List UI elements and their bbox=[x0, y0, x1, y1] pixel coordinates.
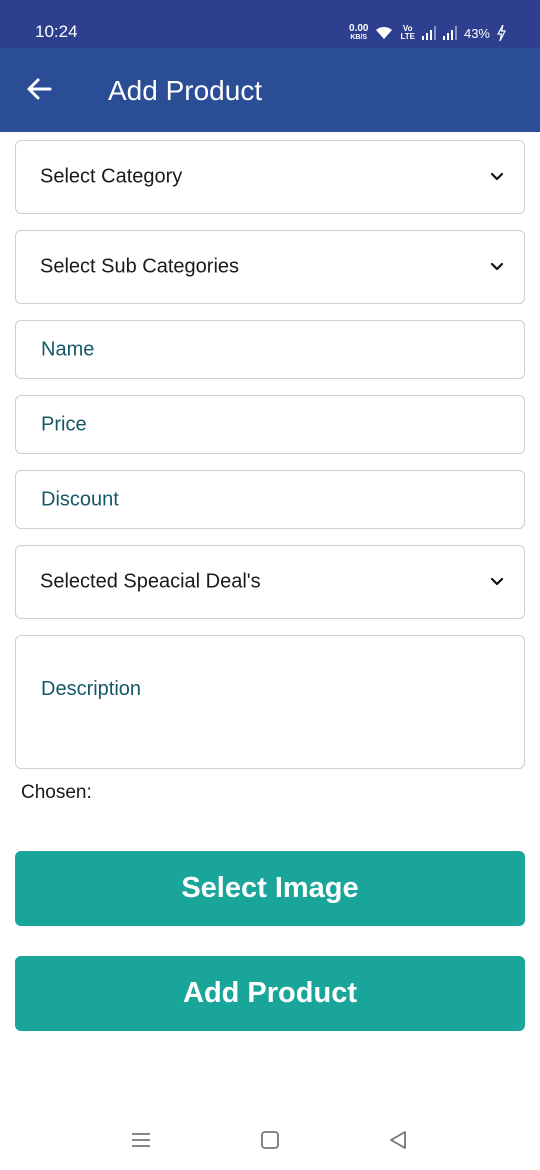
description-input-placeholder: Description bbox=[41, 678, 142, 700]
chosen-label: Chosen: bbox=[21, 782, 92, 803]
category-dropdown[interactable]: Select Category bbox=[15, 140, 525, 214]
add-product-button-label: Add Product bbox=[183, 977, 357, 1009]
network-speed: 0.00 KB/S bbox=[349, 24, 368, 42]
price-input-placeholder: Price bbox=[41, 413, 87, 435]
chevron-down-icon bbox=[490, 262, 504, 271]
name-input[interactable]: Name bbox=[15, 320, 525, 379]
system-back-button[interactable] bbox=[385, 1127, 411, 1153]
status-indicators: 0.00 KB/S Vo LTE 43% bbox=[349, 22, 506, 44]
signal-icon-2 bbox=[442, 26, 457, 40]
signal-icon-1 bbox=[421, 26, 436, 40]
select-image-button[interactable]: Select Image bbox=[15, 851, 525, 926]
network-speed-unit: KB/S bbox=[350, 34, 368, 41]
wifi-icon bbox=[376, 26, 393, 39]
price-input[interactable]: Price bbox=[15, 395, 525, 454]
app-bar: Add Product bbox=[0, 48, 540, 132]
volte-icon: Vo LTE bbox=[400, 24, 415, 41]
arrow-left-icon bbox=[27, 78, 52, 100]
back-button[interactable] bbox=[22, 72, 56, 106]
subcategory-dropdown[interactable]: Select Sub Categories bbox=[15, 230, 525, 304]
name-input-placeholder: Name bbox=[41, 338, 95, 360]
back-triangle-icon bbox=[390, 1131, 406, 1149]
select-image-button-label: Select Image bbox=[181, 872, 359, 904]
status-bar: 10:24 0.00 KB/S Vo LTE 43% bbox=[0, 0, 540, 48]
special-deal-dropdown-label: Selected Speacial Deal's bbox=[40, 570, 261, 593]
recent-apps-button[interactable] bbox=[128, 1127, 154, 1153]
subcategory-dropdown-label: Select Sub Categories bbox=[40, 255, 240, 278]
charging-bolt-icon bbox=[497, 25, 506, 41]
menu-icon bbox=[132, 1133, 150, 1147]
status-time: 10:24 bbox=[35, 22, 78, 41]
description-input[interactable]: Description bbox=[15, 635, 525, 769]
home-button[interactable] bbox=[257, 1127, 283, 1153]
discount-input[interactable]: Discount bbox=[15, 470, 525, 529]
battery-percent: 43% bbox=[463, 25, 490, 41]
page-title: Add Product bbox=[108, 75, 263, 106]
system-nav-bar bbox=[0, 1110, 540, 1170]
chevron-down-icon bbox=[490, 172, 504, 181]
home-square-icon bbox=[261, 1131, 279, 1149]
discount-input-placeholder: Discount bbox=[41, 488, 119, 510]
special-deal-dropdown[interactable]: Selected Speacial Deal's bbox=[15, 545, 525, 619]
add-product-button[interactable]: Add Product bbox=[15, 956, 525, 1031]
category-dropdown-label: Select Category bbox=[40, 165, 183, 188]
chevron-down-icon bbox=[490, 577, 504, 586]
